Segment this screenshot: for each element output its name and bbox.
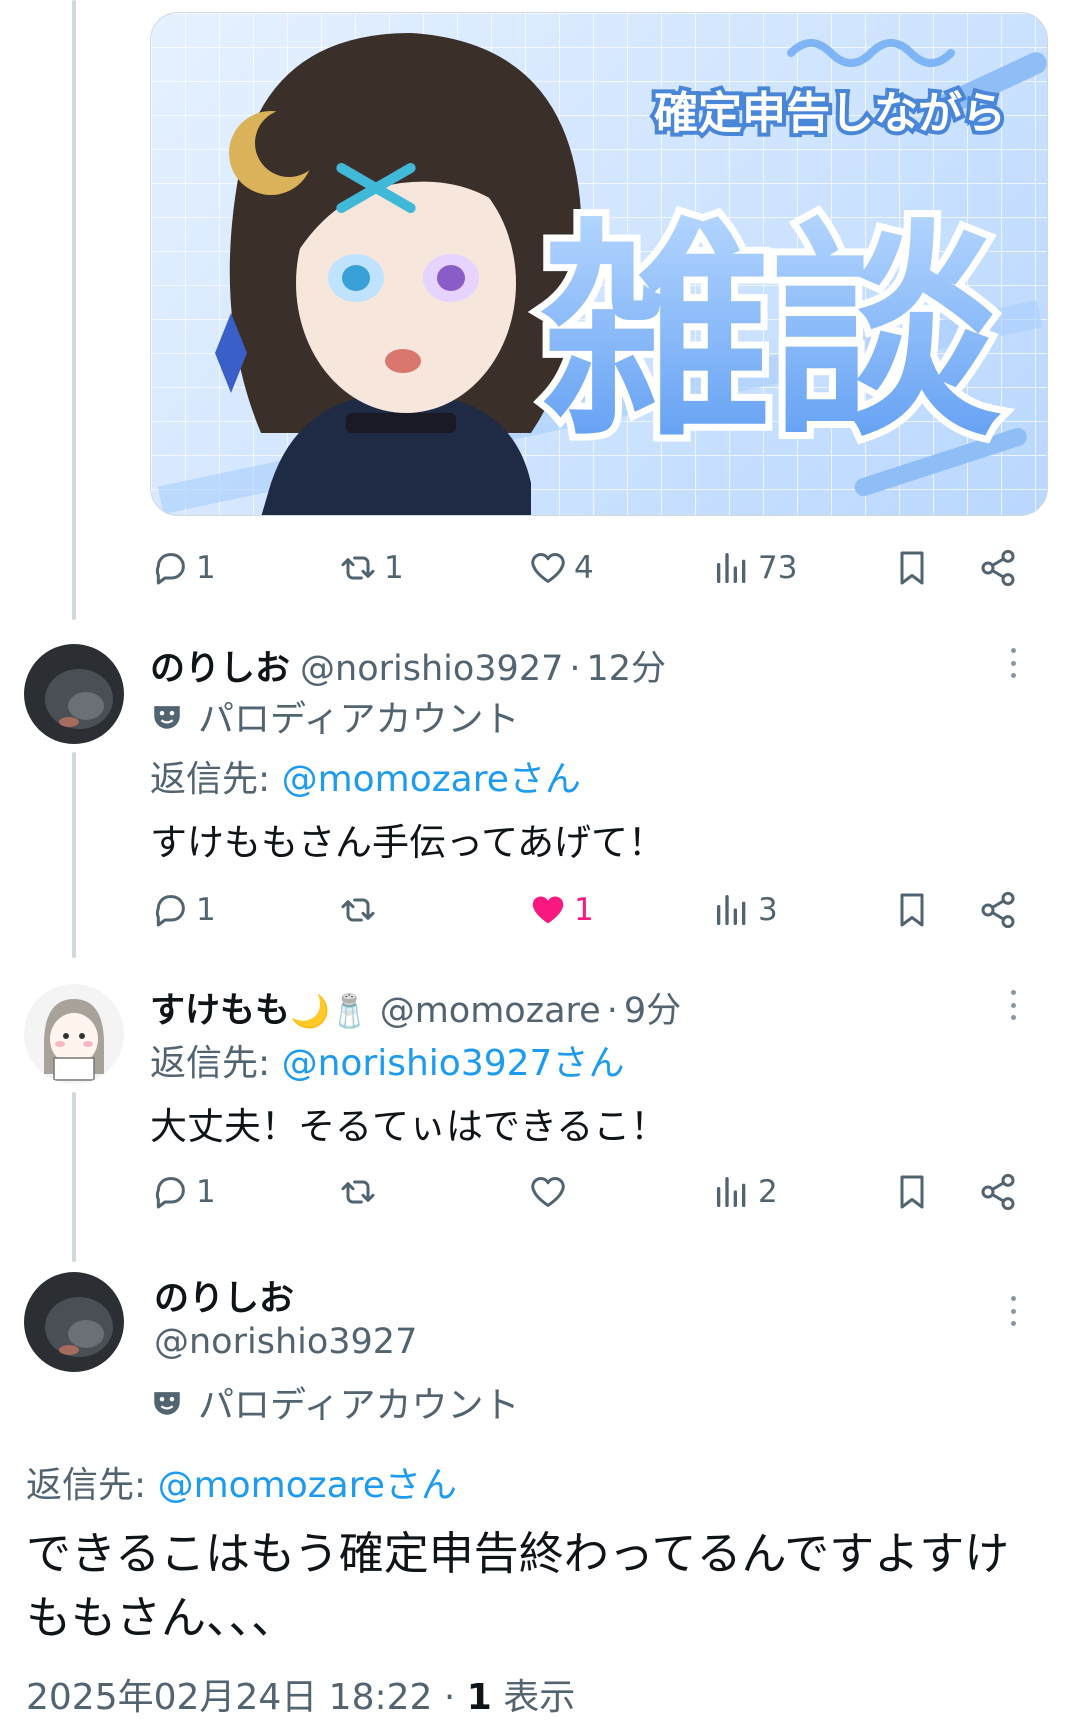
heart-icon [531, 1177, 565, 1207]
reply-to-mention[interactable]: @momozareさん [158, 1465, 457, 1506]
heart-filled-icon [532, 896, 564, 924]
reply-button[interactable]: 1 [150, 538, 216, 598]
parody-mask-icon [154, 1392, 180, 1415]
reply-to-prefix: 返信先: [26, 1465, 158, 1506]
reply-to-mention[interactable]: @norishio3927さん [282, 1043, 625, 1084]
reply-button[interactable]: 1 [150, 880, 216, 940]
reply1-header: のりしお @norishio3927 · 12分 [150, 640, 666, 691]
bookmark-button[interactable] [892, 1162, 932, 1222]
views-count: 2 [758, 1174, 778, 1210]
post-timestamp[interactable]: 2025年02月24日 18:22 [26, 1677, 432, 1718]
repost-button[interactable] [338, 1162, 378, 1222]
heart-icon [531, 553, 565, 583]
parody-label: パロディアカウント [150, 1376, 519, 1428]
analytics-icon [717, 553, 746, 583]
timestamp[interactable]: 12分 [587, 640, 667, 691]
share-button[interactable] [978, 1162, 1018, 1222]
avatar-norishio[interactable] [24, 1272, 124, 1372]
reply-to-prefix: 返信先: [150, 759, 282, 800]
post-meta: 2025年02月24日 18:22 · 1 表示 [26, 1668, 575, 1720]
like-button[interactable]: 1 [528, 880, 594, 940]
parody-label-text: パロディアカウント [198, 699, 520, 740]
parody-mask-icon [154, 706, 180, 729]
repost-icon [341, 1180, 375, 1204]
like-count: 1 [574, 892, 594, 928]
like-button[interactable]: 4 [528, 538, 594, 598]
display-name[interactable]: のりしお [150, 640, 290, 691]
more-options-button[interactable] [998, 1296, 1028, 1326]
share-icon [981, 549, 1015, 587]
handle[interactable]: @momozare [380, 991, 601, 1031]
display-name[interactable]: のりしお [154, 1270, 294, 1321]
bookmark-button[interactable] [892, 538, 932, 598]
reply-to-mention[interactable]: @momozareさん [282, 759, 581, 800]
share-icon [981, 1173, 1015, 1211]
views-button[interactable]: 2 [712, 1162, 778, 1222]
reply1-actions: 1 1 3 [150, 880, 1048, 940]
parody-label: パロディアカウント [150, 690, 519, 742]
repost-icon [341, 898, 375, 922]
thumbnail-title: 雑談 [540, 201, 1001, 468]
bookmark-icon [900, 893, 924, 927]
share-icon [981, 891, 1015, 929]
repost-count: 1 [384, 550, 404, 586]
bookmark-icon [900, 1175, 924, 1209]
separator-dot: · [606, 991, 618, 1031]
reply-icon [155, 553, 185, 585]
views-count: 1 [466, 1677, 492, 1718]
like-count: 4 [574, 550, 594, 586]
reply-count: 1 [196, 1174, 216, 1210]
tweet-text: できるこはもう確定申告終わってるんですよすけももさん、、、 [26, 1527, 1010, 1644]
thread-line [72, 0, 76, 620]
views-count: 3 [758, 892, 778, 928]
reply2-actions: 1 2 [150, 1162, 1048, 1222]
reply-to-prefix: 返信先: [150, 1043, 282, 1084]
views-button[interactable]: 73 [712, 538, 797, 598]
thread-line [72, 1092, 76, 1262]
analytics-icon [717, 895, 746, 925]
bookmark-button[interactable] [892, 880, 932, 940]
views-button[interactable]: 3 [712, 880, 778, 940]
tweet-text: すけももさん手伝ってあげて！ [150, 821, 666, 864]
reply-button[interactable]: 1 [150, 1162, 216, 1222]
share-button[interactable] [978, 880, 1018, 940]
reply-to: 返信先: @momozareさん [150, 750, 581, 802]
more-options-button[interactable] [998, 990, 1028, 1020]
display-name[interactable]: すけもも [150, 982, 290, 1033]
reply-count: 1 [196, 550, 216, 586]
name-emoji: 🌙🧂 [290, 992, 370, 1030]
stream-thumbnail-image[interactable]: 確定申告しながら 雑談 [150, 12, 1048, 516]
like-button[interactable] [528, 1162, 568, 1222]
repost-icon [341, 556, 375, 580]
avatar-norishio[interactable] [24, 644, 124, 744]
reply-icon [155, 895, 185, 927]
timestamp[interactable]: 9分 [624, 982, 681, 1033]
reply-count: 1 [196, 892, 216, 928]
avatar-momozare[interactable] [24, 984, 124, 1084]
handle[interactable]: @norishio3927 [154, 1322, 417, 1362]
reply-to: 返信先: @momozareさん [26, 1456, 457, 1508]
repost-button[interactable]: 1 [338, 538, 404, 598]
bookmark-icon [900, 551, 924, 585]
media-post-actions: 1 1 4 73 [150, 538, 1048, 598]
handle[interactable]: @norishio3927 [300, 649, 563, 689]
share-button[interactable] [978, 538, 1018, 598]
separator-dot: · [569, 649, 581, 689]
reply-to: 返信先: @norishio3927さん [150, 1034, 624, 1086]
thread-line [72, 752, 76, 958]
views-label: 表示 [503, 1677, 576, 1718]
thumbnail-subtitle: 確定申告しながら [654, 88, 1006, 139]
reply-icon [155, 1177, 185, 1209]
analytics-icon [717, 1177, 746, 1207]
more-options-button[interactable] [998, 648, 1028, 678]
repost-button[interactable] [338, 880, 378, 940]
parody-label-text: パロディアカウント [198, 1385, 520, 1426]
reply2-header: すけもも 🌙🧂 @momozare · 9分 [150, 982, 681, 1033]
tweet-text: 大丈夫！そるてぃはできるこ！ [150, 1105, 668, 1148]
views-count: 73 [758, 550, 798, 586]
separator-dot: · [443, 1677, 467, 1718]
